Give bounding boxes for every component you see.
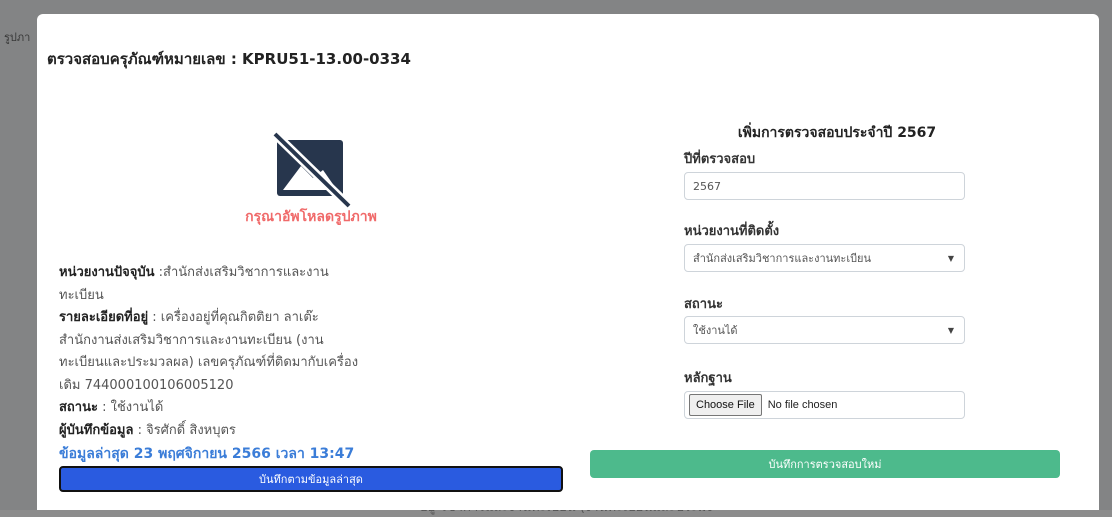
installed-unit-select[interactable]: สำนักส่งเสริมวิชาการและงานทะเบียน ▼: [684, 244, 965, 272]
equipment-details: หน่วยงานปัจจุบัน :สำนักส่งเสริมวิชาการแล…: [59, 262, 359, 442]
status-label: สถานะ: [684, 297, 723, 312]
status-row: สถานะ : ใช้งานได้: [59, 400, 164, 415]
status-select[interactable]: ใช้งานได้ ▼: [684, 316, 965, 344]
upload-image-prompt: กรุณาอัพโหลดรูปภาพ: [245, 209, 377, 225]
save-latest-button[interactable]: บันทึกตามข้อมูลล่าสุด: [59, 466, 563, 492]
current-unit-row: หน่วยงานปัจจุบัน :สำนักส่งเสริมวิชาการแล…: [59, 265, 329, 303]
installed-unit-label: หน่วยงานที่ติดตั้ง: [684, 224, 780, 239]
form-heading: เพิ่มการตรวจสอบประจำปี 2567: [737, 125, 937, 141]
latest-update-text: ข้อมูลล่าสุด 23 พฤศจิกายน 2566 เวลา 13:4…: [59, 446, 355, 462]
inspection-form: เพิ่มการตรวจสอบประจำปี 2567 ปีที่ตรวจสอบ…: [590, 14, 1099, 510]
chevron-down-icon: ▼: [947, 326, 954, 335]
inspection-modal: ตรวจสอบครุภัณฑ์หมายเลข : KPRU51-13.00-03…: [37, 14, 1099, 510]
location-detail-row: รายละเอียดที่อยู่ : เครื่องอยู่ที่คุณกิต…: [59, 310, 359, 393]
no-image-icon: [271, 130, 353, 210]
chevron-down-icon: ▼: [947, 254, 954, 263]
choose-file-button[interactable]: Choose File: [689, 394, 762, 416]
year-label: ปีที่ตรวจสอบ: [684, 152, 756, 167]
year-input[interactable]: 2567: [684, 172, 965, 200]
recorder-row: ผู้บันทึกข้อมูล : จิรศักดิ์ สิงหบุตร: [59, 422, 236, 438]
file-status-text: No file chosen: [767, 399, 838, 411]
equipment-info-panel: กรุณาอัพโหลดรูปภาพ หน่วยงานปัจจุบัน :สำน…: [37, 14, 597, 510]
save-new-inspection-button[interactable]: บันทึกการตรวจสอบใหม่: [590, 450, 1060, 478]
evidence-label: หลักฐาน: [684, 371, 732, 386]
evidence-file-input[interactable]: Choose File No file chosen: [684, 391, 965, 419]
